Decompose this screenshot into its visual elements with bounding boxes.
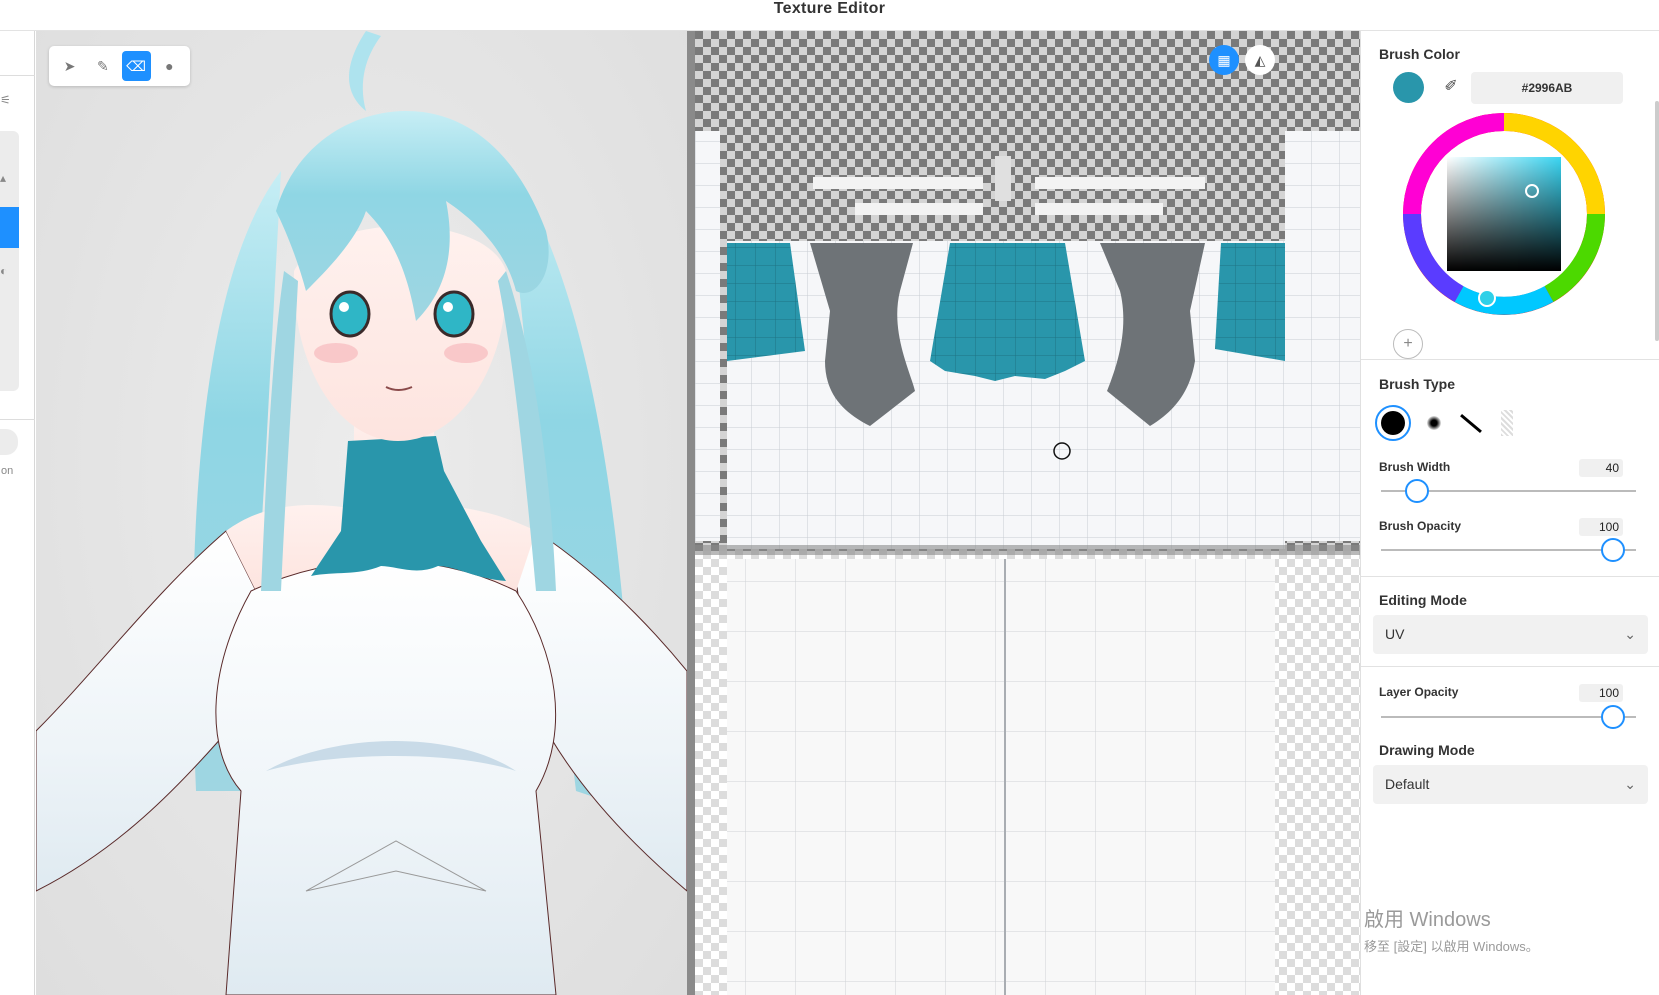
brush-width-value[interactable]: 40 — [1579, 459, 1623, 477]
left-side-strip: ⚟ ▴ ◐ on — [0, 31, 35, 995]
color-swatch[interactable] — [1393, 72, 1424, 103]
layer-opacity-value[interactable]: 100 — [1579, 684, 1623, 702]
pen-tool-icon[interactable]: ✎ — [88, 51, 117, 81]
chevron-down-icon: ⌄ — [1624, 626, 1636, 642]
strip-toggle[interactable] — [0, 429, 18, 455]
partial-icon-2[interactable]: ◐ — [0, 264, 7, 278]
layer-opacity-knob[interactable] — [1601, 705, 1625, 729]
layer-opacity-slider[interactable] — [1381, 716, 1636, 718]
grid-toggle-icon[interactable]: ▦ — [1209, 45, 1239, 75]
hex-color-input[interactable]: #2996AB — [1471, 72, 1623, 104]
viewport-splitter[interactable] — [687, 31, 695, 995]
strip-divider-2 — [0, 419, 35, 420]
drawing-mode-title: Drawing Mode — [1379, 742, 1475, 758]
editing-mode-title: Editing Mode — [1379, 592, 1467, 608]
brush-type-title: Brush Type — [1379, 376, 1455, 392]
strip-divider — [0, 75, 35, 76]
editing-mode-value: UV — [1385, 626, 1405, 642]
brush-opacity-label: Brush Opacity — [1379, 519, 1462, 533]
right-eye — [433, 290, 475, 338]
strip-active-item[interactable] — [0, 207, 19, 248]
texture-brush-icon[interactable] — [1489, 405, 1525, 441]
tool-palette: ➤ ✎ ⌫ ● — [49, 46, 190, 86]
editing-mode-select[interactable]: UV ⌄ — [1373, 615, 1648, 654]
hard-round-brush-icon[interactable] — [1375, 405, 1411, 441]
watermark-line2: 移至 [設定] 以啟用 Windows。 — [1364, 939, 1539, 954]
strip-panel — [0, 131, 19, 391]
mirror-icon[interactable]: ◭ — [1245, 45, 1275, 75]
brush-opacity-slider[interactable] — [1381, 549, 1636, 551]
eraser-tool-icon[interactable]: ⌫ — [121, 51, 151, 81]
model-viewport[interactable]: ➤ ✎ ⌫ ● — [36, 31, 687, 995]
hair-ahoge — [349, 31, 381, 111]
fill-tool-icon[interactable]: ● — [155, 51, 184, 81]
select-tool-icon[interactable]: ➤ — [55, 51, 84, 81]
brush-opacity-knob[interactable] — [1601, 538, 1625, 562]
watermark-line1: 啟用 Windows — [1364, 909, 1491, 931]
soft-round-brush-icon[interactable] — [1416, 405, 1452, 441]
character-preview — [36, 31, 687, 995]
eyedropper-icon[interactable]: ✐ — [1437, 73, 1465, 101]
drawing-mode-value: Default — [1385, 776, 1430, 792]
drawing-mode-select[interactable]: Default ⌄ — [1373, 765, 1648, 804]
left-eye — [329, 290, 371, 338]
partial-icon[interactable]: ▴ — [0, 171, 6, 185]
panel-scrollbar[interactable] — [1655, 101, 1659, 341]
layer-opacity-label: Layer Opacity — [1379, 685, 1459, 699]
brush-width-label: Brush Width — [1379, 460, 1451, 474]
window-title: Texture Editor — [773, 0, 886, 17]
brush-color-title: Brush Color — [1379, 46, 1460, 62]
chevron-down-icon: ⌄ — [1624, 776, 1636, 792]
uv-teal-center — [930, 243, 1085, 381]
uv-teal-right — [1215, 243, 1285, 361]
line-brush-icon[interactable] — [1453, 405, 1489, 441]
hue-ring-handle — [1478, 289, 1496, 307]
strip-partial-label: on — [1, 465, 14, 477]
color-wheel[interactable] — [1399, 109, 1609, 319]
uv-map — [695, 31, 1360, 995]
uv-texture-canvas[interactable]: ▦ ◭ — [695, 31, 1360, 995]
brush-opacity-value[interactable]: 100 — [1579, 518, 1623, 536]
uv-lower-island — [727, 559, 1275, 995]
dress-body — [215, 560, 557, 995]
properties-panel: Brush Color ✐ #2996AB + Brush Type Brush… — [1360, 31, 1659, 995]
add-color-button[interactable]: + — [1393, 329, 1423, 359]
sliders-icon[interactable]: ⚟ — [0, 93, 11, 107]
brush-width-knob[interactable] — [1405, 479, 1429, 503]
windows-activation-watermark: 啟用 Windows 移至 [設定] 以啟用 Windows。 — [1364, 903, 1539, 955]
title-bar: Texture Editor — [0, 0, 1659, 31]
